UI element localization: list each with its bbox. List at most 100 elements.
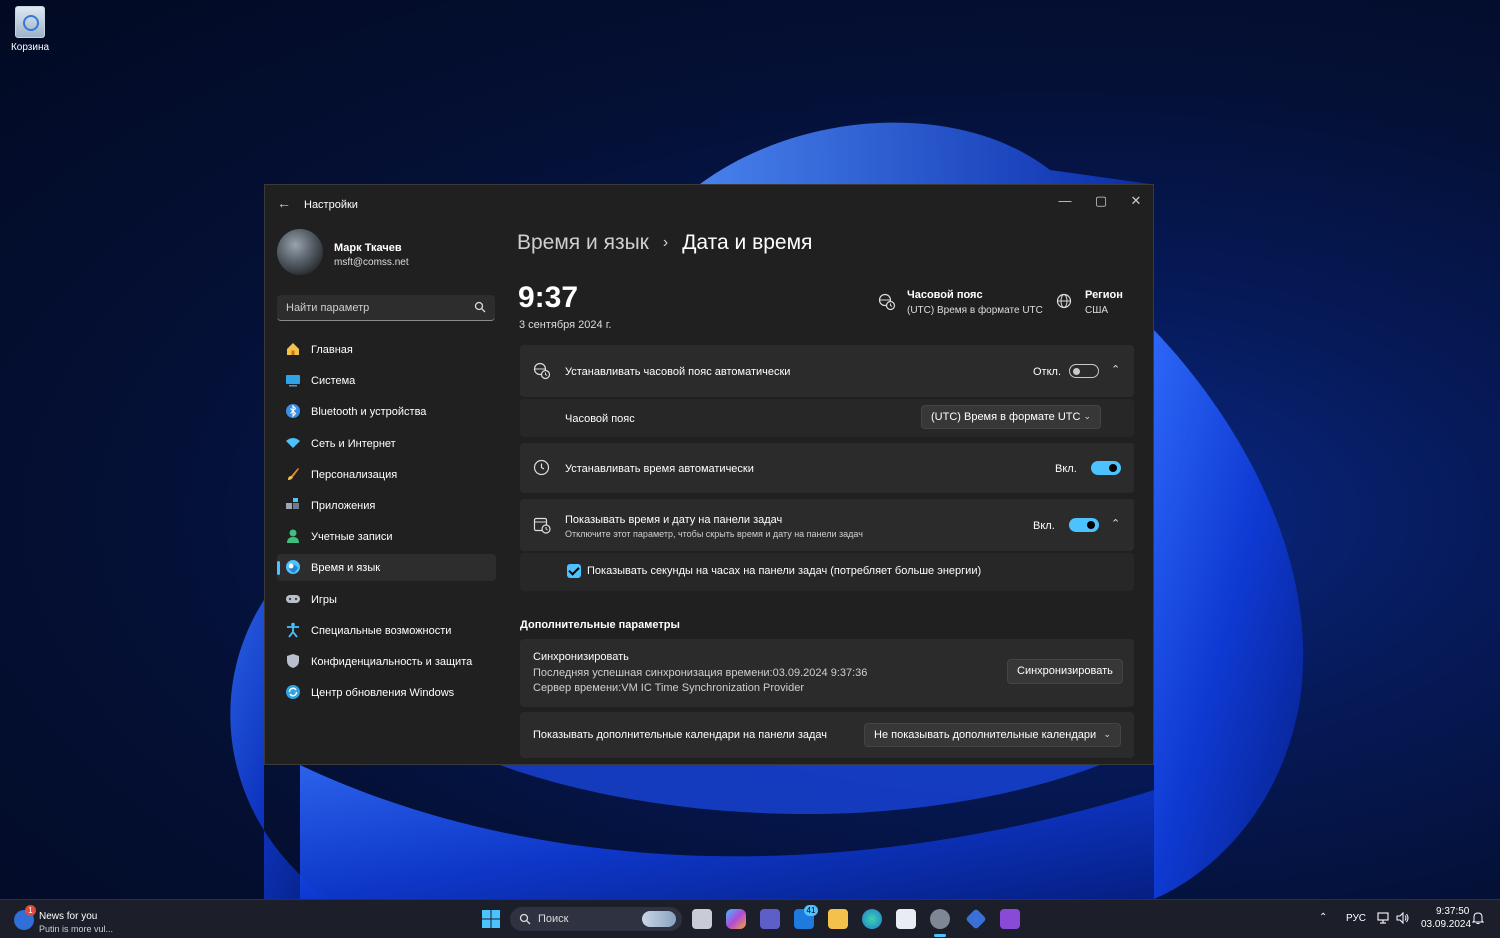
accessibility-icon [287,622,299,638]
timezone-dropdown[interactable]: (UTC) Время в формате UTC ⌄ [921,405,1101,429]
recycle-bin[interactable]: Корзина [8,6,52,53]
media-player-icon[interactable] [965,908,987,930]
shield-icon [287,653,299,668]
time-language-icon [286,560,300,575]
taskbar-time-label: Показывать время и дату на панели задач [565,514,783,526]
edge-icon[interactable] [862,909,882,929]
sidebar-item-windows-update[interactable]: Центр обновления Windows [277,679,496,706]
current-time: 9:37 [518,281,579,314]
sidebar-item-gaming[interactable]: Игры [277,586,496,613]
auto-timezone-state: Откл. [1033,366,1062,378]
sidebar-item-label: Персонализация [311,468,398,481]
dev-home-icon[interactable] [1000,909,1020,929]
taskbar-search[interactable]: Поиск [510,907,682,931]
minimize-button[interactable]: — [1047,189,1083,213]
chevron-up-icon[interactable]: ⌃ [1111,517,1120,530]
section-heading: Дополнительные параметры [520,619,680,631]
auto-timezone-row[interactable]: Устанавливать часовой пояс автоматически… [520,345,1134,397]
network-icon [286,437,300,448]
taskbar-time-toggle[interactable] [1069,518,1099,532]
breadcrumb-separator: › [662,234,669,251]
news-badge: 1 [25,905,36,916]
sync-last-time: Последняя успешная синхронизация времени… [533,667,868,679]
sidebar-item-bluetooth[interactable]: Bluetooth и устройства [277,398,496,425]
calendar-clock-icon [533,517,551,534]
update-icon [286,685,300,700]
calendars-dropdown[interactable]: Не показывать дополнительные календари ⌄ [864,723,1121,747]
page-title: Дата и время [682,231,813,254]
volume-icon[interactable] [1396,911,1410,925]
sidebar-item-label: Игры [311,593,337,606]
task-view-icon[interactable] [692,909,712,929]
chevron-down-icon: ⌄ [1103,729,1111,739]
tray-date[interactable]: 03.09.2024 [1421,919,1471,930]
sync-button[interactable]: Синхронизировать [1007,659,1123,684]
sidebar-item-label: Главная [311,344,353,356]
sidebar-item-accessibility[interactable]: Специальные возможности [277,617,496,644]
auto-time-row[interactable]: Устанавливать время автоматически Вкл. [520,443,1134,493]
settings-gear-icon[interactable] [930,909,950,929]
search-highlight-icon [642,911,676,927]
sidebar-item-accounts[interactable]: Учетные записи [277,523,496,550]
teams-icon[interactable] [760,909,780,929]
app-title: Настройки [304,199,358,211]
taskbar: 1 News for you Putin is more vul... Поис… [0,899,1500,938]
sidebar-item-privacy[interactable]: Конфиденциальность и защита [277,648,496,675]
sidebar-item-system[interactable]: Система [277,367,496,394]
globe-icon [1056,293,1072,309]
network-tray-icon[interactable] [1377,911,1391,925]
timezone-globe-icon [878,293,896,311]
mail-badge: 41 [804,905,818,916]
taskbar-time-row[interactable]: Показывать время и дату на панели задач … [520,499,1134,551]
timezone-dropdown-value: (UTC) Время в формате UTC [931,411,1081,423]
back-arrow-icon[interactable]: ← [277,195,291,211]
timezone-globe-icon [533,362,551,380]
title-bar: ← Настройки — ▢ ✕ [265,185,1153,223]
home-icon [287,343,299,355]
show-hidden-icons[interactable]: ⌃ [1319,912,1327,923]
sidebar-item-label: Центр обновления Windows [311,687,455,700]
account-icon [287,529,299,544]
sidebar-item-personalization[interactable]: Персонализация [277,461,496,488]
search-icon [474,301,486,313]
store-icon[interactable] [896,909,916,929]
calendars-label: Показывать дополнительные календари на п… [533,729,828,741]
search-placeholder: Найти параметр [286,302,370,314]
sidebar-item-network[interactable]: Сеть и Интернет [277,430,496,457]
auto-time-toggle[interactable] [1091,461,1121,475]
auto-timezone-toggle[interactable] [1069,364,1099,378]
system-icon [286,375,300,387]
sidebar-item-label: Учетные записи [311,531,393,544]
breadcrumb: Время и язык › Дата и время [517,231,812,255]
brush-icon [288,467,299,480]
maximize-button[interactable]: ▢ [1083,189,1119,213]
sidebar-item-label: Приложения [311,499,376,512]
auto-time-state: Вкл. [1055,463,1077,475]
calendars-dropdown-value: Не показывать дополнительные календари [874,729,1097,741]
sidebar-item-home[interactable]: Главная [277,336,496,363]
file-explorer-icon[interactable] [828,909,848,929]
tray-time[interactable]: 9:37:50 [1436,906,1469,917]
timezone-row: Часовой пояс (UTC) Время в формате UTC ⌄ [520,399,1134,437]
sidebar-nav: Главная Система Bluetooth и устройства С… [277,336,496,710]
start-icon[interactable] [481,909,501,929]
notification-bell-icon[interactable] [1472,911,1484,925]
copilot-icon[interactable] [726,909,746,929]
timezone-label: Часовой пояс [565,413,635,425]
current-date: 3 сентября 2024 г. [519,319,612,331]
user-name: Марк Ткачев [334,242,402,254]
show-seconds-checkbox[interactable] [567,564,581,578]
chevron-down-icon: ⌄ [1083,411,1091,421]
chevron-up-icon[interactable]: ⌃ [1111,363,1120,376]
user-email: msft@comss.net [334,257,409,268]
sidebar-item-time-language[interactable]: Время и язык [277,554,496,582]
breadcrumb-parent[interactable]: Время и язык [517,231,649,254]
sidebar-item-apps[interactable]: Приложения [277,492,496,519]
close-button[interactable]: ✕ [1118,189,1153,213]
sidebar-item-label: Bluetooth и устройства [311,406,427,419]
search-input[interactable]: Найти параметр [277,295,495,321]
bluetooth-icon [286,404,300,419]
language-indicator[interactable]: РУС [1346,913,1366,924]
gamepad-icon [286,594,300,603]
settings-window: ← Настройки — ▢ ✕ Марк Ткачев msft@comss… [264,184,1154,765]
